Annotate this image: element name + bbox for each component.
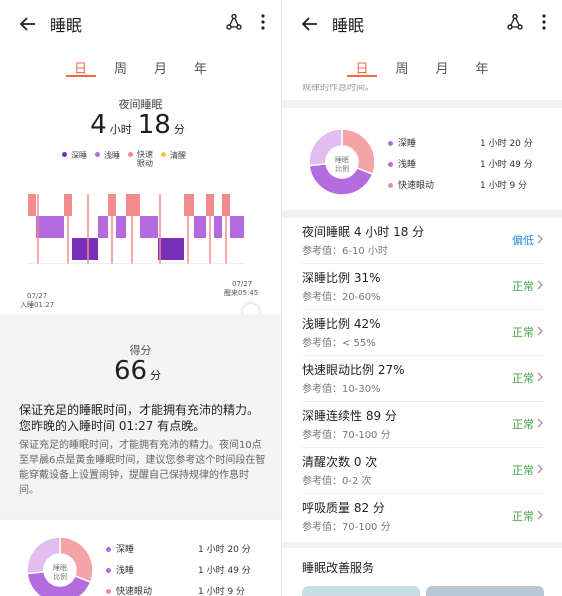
tab-month[interactable]: 月 bbox=[154, 48, 168, 84]
more-options-icon[interactable] bbox=[542, 13, 546, 35]
tab-day[interactable]: 日 bbox=[65, 48, 96, 84]
sleep-end-time: 醒来05:45 bbox=[224, 289, 259, 297]
list-item[interactable]: 浅睡比例 42% 参考值：< 55% 正常 bbox=[302, 310, 544, 356]
sleep-ratio-donut: 睡眠 比例 bbox=[308, 128, 376, 196]
left-screen: 睡眠 日 周 月 年 夜间睡眠 4小时18分 深睡 浅睡 快速 眼动 清醒 bbox=[0, 0, 281, 596]
service-card[interactable] bbox=[302, 586, 420, 596]
stage-segment-light bbox=[36, 216, 64, 238]
ratio-list: 深睡 1 小时 20 分 浅睡 1 小时 49 分 快速眼动 1 小时 9 分 bbox=[388, 132, 558, 195]
ratio-center-label-1: 睡眠 bbox=[53, 564, 67, 572]
status-badge: 正常 bbox=[512, 372, 534, 385]
stage-segment-rem bbox=[126, 194, 140, 216]
scrolled-text-fragment: 规律的作息时间。 bbox=[282, 84, 562, 100]
list-item[interactable]: 快速眼动比例 27% 参考值：10-30% 正常 bbox=[302, 356, 544, 402]
list-item[interactable]: 深睡比例 31% 参考值：20-60% 正常 bbox=[302, 264, 544, 310]
sleep-legend: 深睡 浅睡 快速 眼动 清醒 bbox=[62, 150, 186, 168]
chevron-right-icon bbox=[537, 464, 543, 474]
page-title: 睡眠 bbox=[50, 16, 83, 35]
status-badge: 正常 bbox=[512, 510, 534, 523]
service-title: 睡眠改善服务 bbox=[302, 561, 375, 575]
ratio-center-label-2: 比例 bbox=[53, 572, 67, 581]
sleep-ratio-card: 睡眠 比例 深睡 1 小时 20 分 浅睡 1 小时 49 分 快速眼动 1 小时 9… bbox=[282, 108, 562, 210]
tab-month[interactable]: 月 bbox=[435, 48, 449, 84]
status-badge: 正常 bbox=[512, 326, 534, 339]
period-tabs: 日 周 月 年 bbox=[0, 48, 281, 84]
ratio-center-label-1: 睡眠 bbox=[335, 156, 349, 164]
share-icon[interactable] bbox=[506, 13, 524, 35]
hours-unit: 小时 bbox=[109, 123, 132, 136]
sleep-start-time: 入睡01:27 bbox=[20, 301, 55, 309]
score-headline: 保证充足的睡眠时间，才能拥有充沛的精力。您昨晚的入睡时间 01:27 有点晚。 bbox=[19, 403, 260, 433]
minutes-value: 18 bbox=[137, 110, 171, 140]
score-unit: 分 bbox=[150, 369, 162, 382]
ratio-center-label-2: 比例 bbox=[335, 164, 349, 173]
ratio-list: 深睡 1 小时 20 分 浅睡 1 小时 49 分 快速眼动 1 小时 9 分 bbox=[106, 538, 276, 596]
ratio-row-deep: 深睡 1 小时 20 分 bbox=[388, 132, 558, 153]
chevron-right-icon bbox=[537, 234, 543, 244]
score-value-wrap: 66 分 bbox=[0, 356, 281, 386]
more-options-icon[interactable] bbox=[261, 13, 265, 35]
status-badge: 偏低 bbox=[512, 234, 534, 247]
sleep-start-date: 07/27 bbox=[27, 292, 48, 300]
score-value: 66 bbox=[113, 356, 148, 386]
status-badge: 正常 bbox=[512, 280, 534, 293]
minutes-unit: 分 bbox=[173, 123, 185, 136]
legend-deep: 深睡 bbox=[62, 150, 87, 161]
status-badge: 正常 bbox=[512, 418, 534, 431]
legend-light: 浅睡 bbox=[95, 150, 120, 161]
stage-segment-deep bbox=[158, 238, 184, 260]
stage-segment-light bbox=[214, 216, 222, 238]
tab-week[interactable]: 周 bbox=[114, 48, 128, 84]
tab-year[interactable]: 年 bbox=[475, 48, 489, 84]
period-tabs-right: 日 周 月 年 bbox=[282, 48, 562, 84]
list-item[interactable]: 夜间睡眠 4 小时 18 分 参考值：6-10 小时 偏低 bbox=[302, 218, 544, 264]
list-item[interactable]: 深睡连续性 89 分 参考值：70-100 分 正常 bbox=[302, 402, 544, 448]
stage-segment-rem bbox=[28, 194, 36, 216]
stage-segment-deep bbox=[72, 238, 98, 260]
score-detail: 保证充足的睡眠时间，才能拥有充沛的精力。夜间10点至早晨6点是黄金睡眠时间，建议… bbox=[19, 440, 266, 496]
hours-value: 4 bbox=[90, 110, 107, 140]
back-arrow-icon[interactable] bbox=[300, 14, 320, 34]
ratio-row-deep: 深睡 1 小时 20 分 bbox=[106, 538, 276, 559]
sleep-summary: 夜间睡眠 4 小时 18 分 深睡 浅睡 快速 眼动 清醒 07/27 入睡01:27… bbox=[0, 84, 281, 320]
chevron-right-icon bbox=[537, 510, 543, 520]
stage-segment-light bbox=[98, 216, 108, 238]
page-title: 睡眠 bbox=[332, 16, 365, 35]
sleep-ratio-donut: 睡眠 比例 bbox=[26, 536, 94, 596]
sleep-duration: 4 小时 18 分 bbox=[0, 110, 281, 140]
sleep-end-date: 07/27 bbox=[232, 280, 253, 288]
ratio-row-light: 浅睡 1 小时 49 分 bbox=[388, 153, 558, 174]
stage-segment-rem bbox=[184, 194, 194, 216]
stage-segment-light bbox=[140, 216, 158, 238]
top-bar: 睡眠 bbox=[0, 0, 281, 48]
tab-year[interactable]: 年 bbox=[194, 48, 208, 84]
top-bar-right: 睡眠 bbox=[282, 0, 562, 48]
list-item[interactable]: 清醒次数 0 次 参考值：0-2 次 正常 bbox=[302, 448, 544, 494]
sleep-service-section: 睡眠改善服务 bbox=[282, 548, 562, 596]
sleep-metrics-list: 夜间睡眠 4 小时 18 分 参考值：6-10 小时 偏低 深睡比例 31% 参… bbox=[282, 218, 562, 542]
chevron-right-icon bbox=[537, 372, 543, 382]
sleep-ratio-card: 睡眠 比例 深睡 1 小时 20 分 浅睡 1 小时 49 分 快速眼动 1 小时 9… bbox=[0, 520, 281, 596]
score-card: 得分 66 分 保证充足的睡眠时间，才能拥有充沛的精力。您昨晚的入睡时间 01:2… bbox=[0, 314, 281, 512]
tab-week[interactable]: 周 bbox=[395, 48, 409, 84]
stage-segment-light bbox=[116, 216, 126, 238]
legend-rem: 快速 眼动 bbox=[128, 150, 153, 168]
share-icon[interactable] bbox=[225, 13, 243, 35]
chevron-right-icon bbox=[537, 280, 543, 290]
right-screen: 睡眠 日 周 月 年 规律的作息时间。 睡眠 比例 深睡 1 小时 20 分 浅睡… bbox=[281, 0, 562, 596]
tab-day[interactable]: 日 bbox=[347, 48, 377, 84]
service-card[interactable] bbox=[426, 586, 544, 596]
list-item[interactable]: 呼吸质量 82 分 参考值：70-100 分 正常 bbox=[302, 494, 544, 540]
stage-segment-light bbox=[194, 216, 206, 238]
stage-segment-light bbox=[230, 216, 244, 238]
sleep-stage-chart bbox=[28, 194, 244, 264]
ratio-row-light: 浅睡 1 小时 49 分 bbox=[106, 559, 276, 580]
chevron-right-icon bbox=[537, 326, 543, 336]
chevron-right-icon bbox=[537, 418, 543, 428]
status-badge: 正常 bbox=[512, 464, 534, 477]
back-arrow-icon[interactable] bbox=[18, 14, 38, 34]
legend-awake: 清醒 bbox=[161, 150, 186, 161]
ratio-row-rem: 快速眼动 1 小时 9 分 bbox=[388, 174, 558, 195]
ratio-row-rem: 快速眼动 1 小时 9 分 bbox=[106, 580, 276, 596]
